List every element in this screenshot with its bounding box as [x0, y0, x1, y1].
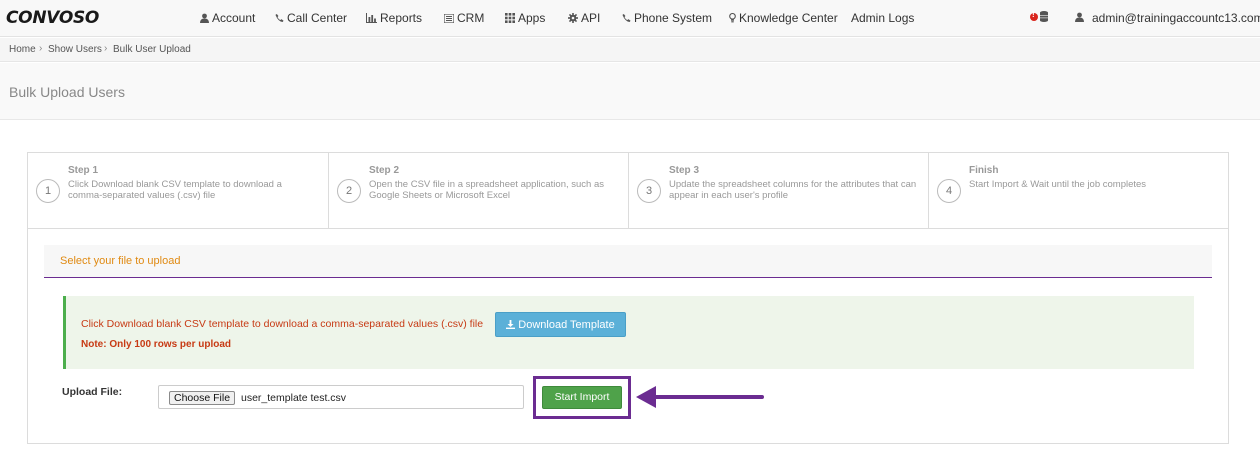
nav-item-label: Admin Logs [851, 11, 915, 25]
brand-logo[interactable]: CONVOSO [6, 8, 99, 28]
section-header: Select your file to upload [44, 245, 1212, 278]
start-import-button[interactable]: Start Import [542, 386, 622, 409]
nav-item-phone-system[interactable]: Phone System [622, 11, 712, 25]
breadcrumb-current: Bulk User Upload [113, 44, 191, 55]
nav-item-account[interactable]: Account [200, 11, 255, 25]
breadcrumb-home[interactable]: Home [9, 44, 36, 55]
step-3: 3 Step 3 Update the spreadsheet columns … [628, 153, 928, 228]
nav-item-reports[interactable]: Reports [366, 11, 422, 25]
nav-item-api[interactable]: API [568, 11, 600, 25]
chevron-right-icon: › [104, 43, 108, 54]
user-email-menu[interactable]: admin@trainingaccountc13.com [1092, 11, 1260, 25]
phone-icon [275, 13, 284, 23]
step-4: 4 Finish Start Import & Wait until the j… [928, 153, 1228, 228]
nav-item-label: API [581, 11, 601, 25]
breadcrumb-show-users[interactable]: Show Users [48, 44, 102, 55]
step-title: Step 2 [369, 165, 400, 176]
nav-item-knowledge-center[interactable]: Knowledge Center [729, 11, 838, 25]
step-number: 4 [937, 179, 961, 203]
step-title: Step 1 [68, 165, 99, 176]
phone-icon [622, 13, 631, 23]
bar-chart-icon [366, 13, 377, 23]
nav-item-label: Call Center [287, 11, 348, 25]
nav-item-label: Phone System [634, 11, 713, 25]
selected-file-name: user_template test.csv [241, 392, 347, 404]
database-icon[interactable] [1040, 11, 1048, 22]
user-icon [1075, 12, 1084, 22]
gear-icon [568, 13, 578, 23]
nav-item-label: CRM [457, 11, 485, 25]
grid-icon [505, 13, 515, 23]
nav-item-label: Account [212, 11, 256, 25]
nav-item-crm[interactable]: CRM [444, 11, 484, 25]
nav-item-label: Knowledge Center [739, 11, 838, 25]
step-number: 3 [637, 179, 661, 203]
user-icon [200, 13, 209, 23]
arrow-annotation-icon [636, 386, 764, 408]
chevron-right-icon: › [39, 43, 43, 54]
steps-wizard: 1 Step 1 Click Download blank CSV templa… [27, 152, 1229, 229]
page-title: Bulk Upload Users [9, 84, 125, 100]
choose-file-button[interactable]: Choose File [169, 391, 236, 405]
upload-panel: Select your file to upload Click Downloa… [27, 229, 1229, 444]
nav-item-apps[interactable]: Apps [505, 11, 545, 25]
download-template-button[interactable]: Download Template [495, 312, 626, 337]
nav-item-label: Apps [518, 11, 546, 25]
row-limit-note: Note: Only 100 rows per upload [81, 339, 232, 350]
breadcrumb: Home › Show Users › Bulk User Upload [0, 38, 1260, 62]
info-text: Click Download blank CSV template to dow… [81, 318, 484, 330]
step-description: Start Import & Wait until the job comple… [969, 179, 1147, 190]
step-title: Step 3 [669, 165, 700, 176]
download-template-label: Download Template [518, 318, 615, 331]
step-number: 1 [36, 179, 60, 203]
section-title: Select your file to upload [60, 255, 181, 267]
page-header: Bulk Upload Users [0, 63, 1260, 120]
nav-item-admin-logs[interactable]: Admin Logs [851, 11, 914, 25]
lightbulb-icon [729, 13, 736, 23]
info-alert: Click Download blank CSV template to dow… [63, 296, 1194, 369]
step-2: 2 Step 2 Open the CSV file in a spreadsh… [328, 153, 628, 228]
nav-item-call-center[interactable]: Call Center [275, 11, 347, 25]
step-description: Update the spreadsheet columns for the a… [669, 179, 917, 201]
list-icon [444, 13, 454, 23]
alert-icon[interactable] [1030, 10, 1038, 21]
top-navbar: CONVOSO Account Call Center Reports CRM … [0, 0, 1260, 37]
step-description: Click Download blank CSV template to dow… [68, 179, 282, 201]
download-icon [506, 320, 516, 329]
step-1: 1 Step 1 Click Download blank CSV templa… [28, 153, 328, 228]
file-input[interactable]: Choose File user_template test.csv [158, 385, 524, 409]
upload-file-label: Upload File: [62, 386, 123, 398]
step-number: 2 [337, 179, 361, 203]
nav-item-label: Reports [380, 11, 423, 25]
step-description: Open the CSV file in a spreadsheet appli… [369, 179, 605, 201]
step-title: Finish [969, 165, 999, 176]
